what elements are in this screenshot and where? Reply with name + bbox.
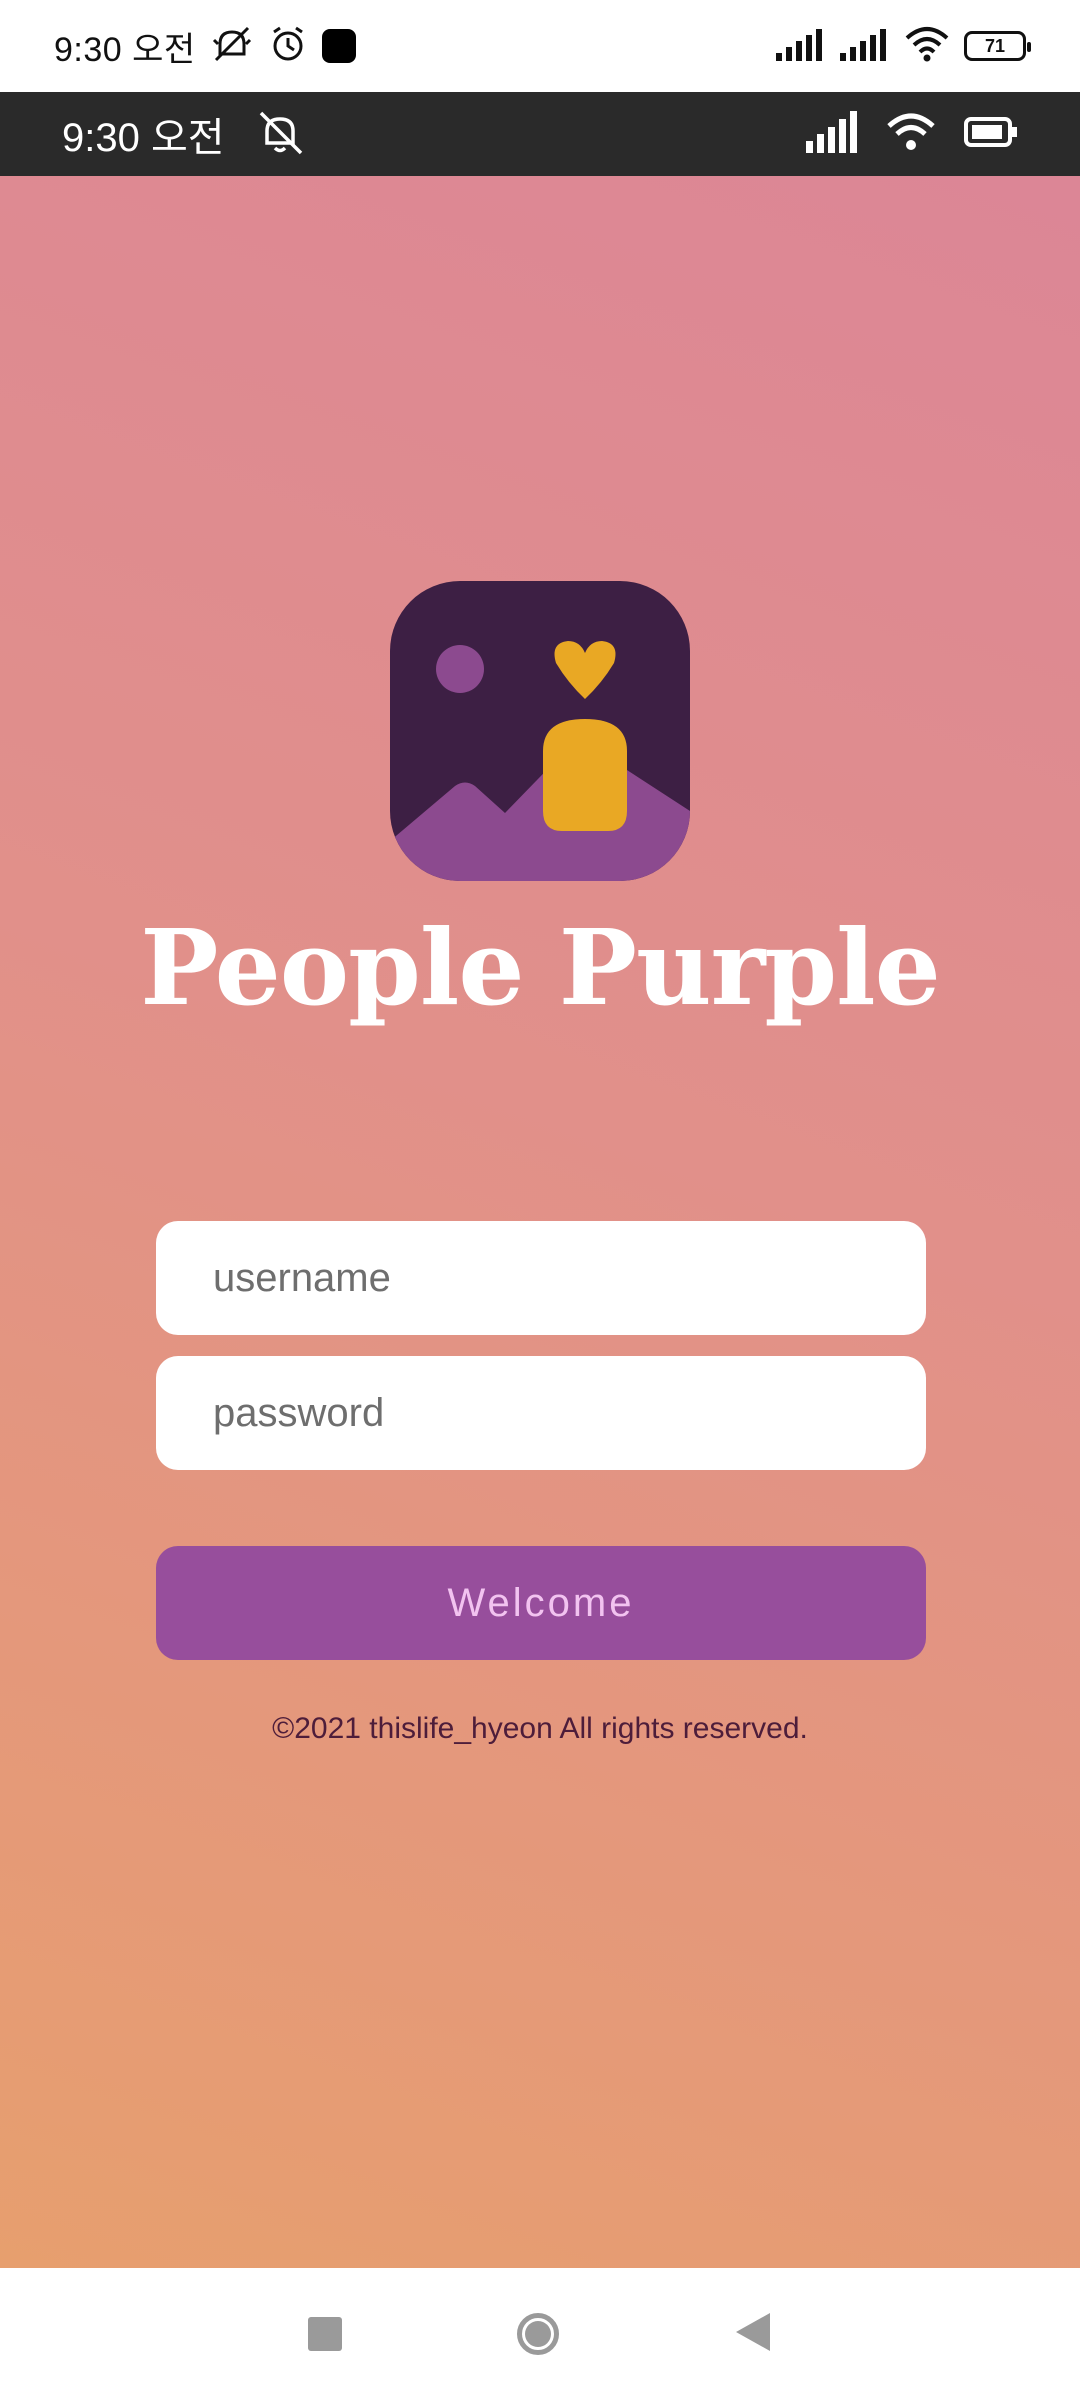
status-left: 9:30 오전 [54, 22, 356, 71]
navigation-bar [0, 2268, 1080, 2400]
cellular-icon [806, 110, 858, 158]
password-input[interactable] [211, 1389, 871, 1437]
back-icon[interactable] [734, 2311, 772, 2358]
mute-notifications-icon [210, 24, 254, 69]
copyright-text: ©2021 thislife_hyeon All rights reserved… [272, 1712, 808, 1745]
wifi-icon [904, 26, 950, 67]
battery-icon: 71 [964, 31, 1031, 61]
app-logo-icon [390, 581, 690, 881]
wifi-icon-white [886, 112, 936, 157]
app-status-left: 9:30 오전 [62, 105, 307, 163]
status-right: 71 [776, 26, 1031, 67]
welcome-button[interactable]: Welcome [156, 1546, 926, 1660]
notifications-off-icon [253, 107, 307, 162]
app-name: People Purple [140, 906, 941, 1029]
battery-level: 71 [984, 35, 1006, 56]
system-status-bar: 9:30 오전 71 [0, 0, 1080, 92]
alarm-icon [268, 24, 308, 69]
recents-icon[interactable] [308, 2317, 342, 2351]
signal-icon-2 [840, 27, 890, 66]
battery-icon-white [964, 116, 1018, 152]
signal-icon [776, 27, 826, 66]
home-icon[interactable] [517, 2313, 559, 2355]
username-input[interactable] [211, 1254, 871, 1302]
app-notification-icon [321, 29, 356, 63]
app-status-time: 9:30 오전 [62, 116, 225, 160]
username-field[interactable] [156, 1221, 926, 1335]
app-status-right [806, 110, 1018, 158]
status-time: 9:30 오전 [54, 30, 196, 69]
app-status-bar: 9:30 오전 [0, 92, 1080, 176]
login-screen: People Purple Welcome ©2021 thislife_hye… [0, 176, 1080, 2268]
password-field[interactable] [156, 1356, 926, 1470]
